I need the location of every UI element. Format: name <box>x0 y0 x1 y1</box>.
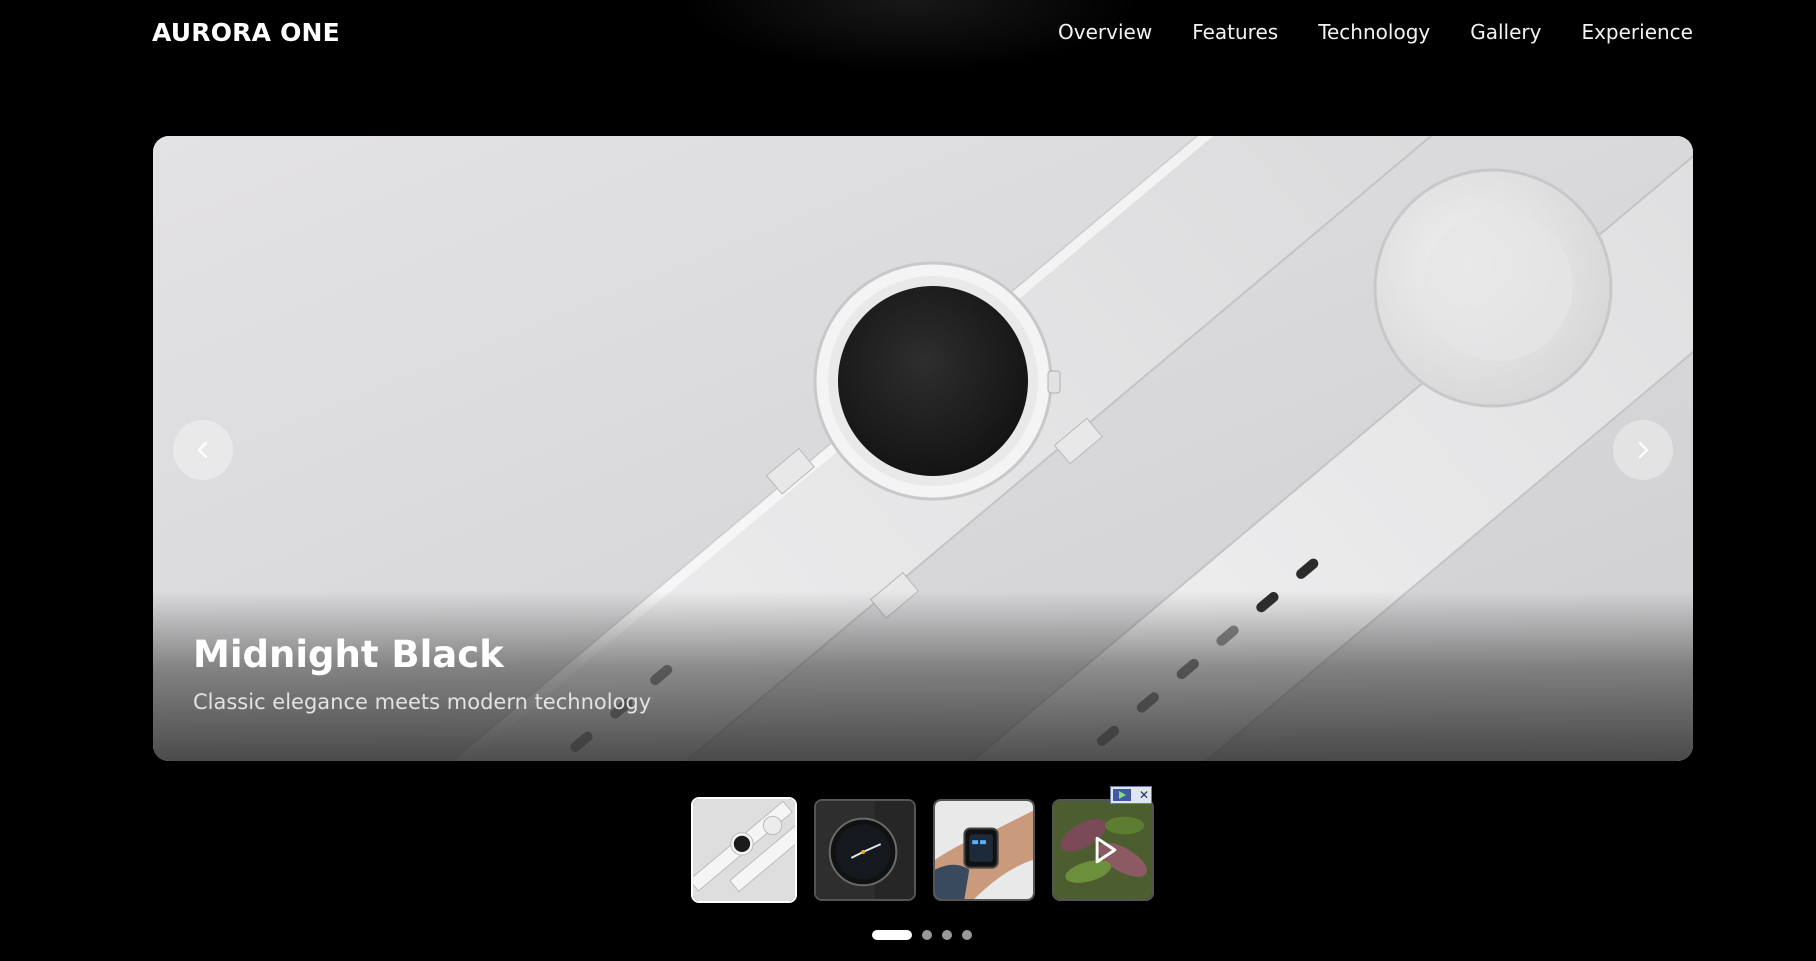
carousel-dot-1[interactable] <box>872 930 912 940</box>
thumbnail-white-watch[interactable] <box>691 797 797 903</box>
carousel-next-button[interactable] <box>1613 420 1673 480</box>
main-nav: Overview Features Technology Gallery Exp… <box>1058 20 1693 44</box>
hero-caption-gradient <box>153 591 1693 761</box>
nav-gallery[interactable]: Gallery <box>1470 20 1541 44</box>
nav-technology[interactable]: Technology <box>1318 20 1430 44</box>
brand-logo[interactable]: AURORA ONE <box>152 18 340 47</box>
carousel-dot-4[interactable] <box>962 930 972 940</box>
ad-overlay-badge[interactable]: ✕ <box>1110 786 1152 804</box>
chevron-left-icon <box>197 441 208 459</box>
thumbnail-wrist-smartwatch[interactable] <box>933 799 1035 901</box>
wrist-smartwatch-thumb-image <box>935 801 1033 899</box>
site-header: AURORA ONE Overview Features Technology … <box>0 0 1816 72</box>
hero-carousel: Midnight Black Classic elegance meets mo… <box>153 136 1693 761</box>
nav-overview[interactable]: Overview <box>1058 20 1152 44</box>
plant-video-thumb-image <box>1054 801 1152 899</box>
white-watch-thumb-image <box>693 799 795 901</box>
carousel-dot-3[interactable] <box>942 930 952 940</box>
thumbnail-strip <box>691 797 1154 903</box>
ad-play-icon[interactable] <box>1113 789 1131 801</box>
chevron-right-icon <box>1638 441 1649 459</box>
carousel-dots <box>872 930 972 940</box>
carousel-prev-button[interactable] <box>173 420 233 480</box>
carousel-dot-2[interactable] <box>922 930 932 940</box>
hero-title: Midnight Black <box>193 633 504 676</box>
thumbnail-plant-video[interactable] <box>1052 799 1154 901</box>
play-icon <box>1119 791 1126 799</box>
ad-close-icon[interactable]: ✕ <box>1139 788 1149 802</box>
black-watch-thumb-image <box>816 801 914 899</box>
hero-subtitle: Classic elegance meets modern technology <box>193 690 652 714</box>
nav-experience[interactable]: Experience <box>1581 20 1693 44</box>
thumbnail-black-watch[interactable] <box>814 799 916 901</box>
nav-features[interactable]: Features <box>1192 20 1278 44</box>
